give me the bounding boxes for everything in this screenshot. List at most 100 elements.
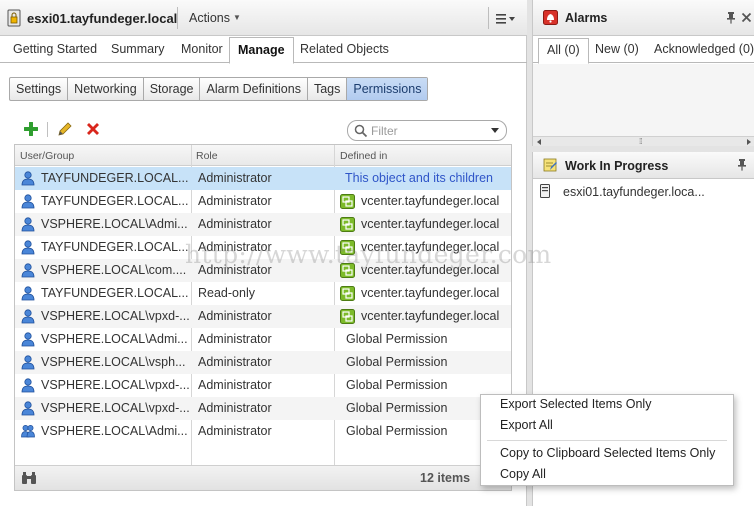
actions-menu-button[interactable]: Actions ▼ [189,11,241,25]
user-group-cell: VSPHERE.LOCAL\vsph... [41,355,186,369]
tab-alarms-acknowledged[interactable]: Acknowledged (0) [654,42,754,56]
user-group-cell: VSPHERE.LOCAL\vpxd-... [41,378,190,392]
role-cell: Administrator [198,194,272,208]
role-cell: Administrator [198,217,272,231]
toolbar-divider [47,122,48,137]
actions-label: Actions [189,11,230,25]
user-group-cell: VSPHERE.LOCAL\vpxd-... [41,309,190,323]
table-row[interactable]: VSPHERE.LOCAL\Admi... Administrator Global… [15,328,511,351]
role-cell: Administrator [198,332,272,346]
title-divider [177,7,178,29]
defined-in-cell: Global Permission [346,401,448,415]
search-icon [354,124,368,138]
tab-manage[interactable]: Manage [229,37,294,64]
pin-icon[interactable] [736,159,748,171]
scroll-grip-icon[interactable]: ⁞⁞ [639,137,643,146]
column-header-user-group[interactable]: User/Group [20,150,74,162]
user-icon [21,194,35,209]
add-permission-icon[interactable] [23,121,39,137]
panel-menu-icon[interactable] [494,12,518,26]
close-icon[interactable] [741,12,752,23]
wip-item[interactable]: esxi01.tayfundeger.loca... [533,180,754,202]
table-row[interactable]: VSPHERE.LOCAL\vpxd-... Administrator Globa… [15,397,511,420]
alarm-bell-icon [543,10,558,25]
defined-in-cell: Global Permission [346,355,448,369]
role-cell: Read-only [198,286,255,300]
context-menu: Export Selected Items Only Export All Co… [480,394,734,486]
defined-in-cell: This object and its children [345,171,493,185]
page-title: esxi01.tayfundeger.local [27,11,178,26]
wip-title-bar: Work In Progress [533,152,754,179]
defined-in-cell: Global Permission [346,424,448,438]
group-icon [21,425,35,438]
permissions-grid: User/Group Role Defined in TAYFUNDEGER.L… [14,144,512,491]
menu-divider [487,440,727,441]
chevron-down-icon: ▼ [233,13,241,22]
menu-item-export-all[interactable]: Export All [500,418,553,432]
role-cell: Administrator [198,378,272,392]
alarms-title: Alarms [565,11,608,25]
filter-input[interactable] [371,123,486,138]
user-icon [21,263,35,278]
scroll-left-icon[interactable] [537,139,541,145]
wip-title: Work In Progress [565,159,669,173]
object-title-bar: esxi01.tayfundeger.local Actions ▼ [0,0,527,36]
user-group-cell: TAYFUNDEGER.LOCAL... [41,286,189,300]
tab-alarms-all[interactable]: All (0) [538,38,589,64]
tab-monitor[interactable]: Monitor [181,42,223,56]
column-header-role[interactable]: Role [196,150,218,162]
menu-item-copy-selected[interactable]: Copy to Clipboard Selected Items Only [500,446,715,460]
object-tabs: Getting Started Summary Monitor Manage R… [0,36,527,64]
user-group-cell: VSPHERE.LOCAL\Admi... [41,217,188,231]
edit-permission-icon[interactable] [57,121,73,137]
column-header-defined-in[interactable]: Defined in [340,150,387,162]
user-group-cell: VSPHERE.LOCAL\vpxd-... [41,401,190,415]
tab-alarms-new[interactable]: New (0) [595,42,639,56]
subtab-storage[interactable]: Storage [144,78,201,100]
watermark-text: http://www.tayfundeger.com [185,240,552,269]
table-row[interactable]: TAYFUNDEGER.LOCAL... Administrator This ob… [15,167,511,190]
title-divider [488,7,489,29]
tab-getting-started[interactable]: Getting Started [13,42,97,56]
table-row[interactable]: VSPHERE.LOCAL\Admi... Administrator vcente… [15,213,511,236]
role-cell: Administrator [198,424,272,438]
subtab-networking[interactable]: Networking [68,78,144,100]
subtab-permissions[interactable]: Permissions [347,78,428,100]
alarms-panel: Alarms All (0) New (0) Acknowledged (0) … [532,0,754,146]
user-icon [21,309,35,324]
alarms-scrollbar[interactable]: ⁞⁞ [533,136,754,146]
filter-box[interactable] [347,120,507,141]
menu-item-copy-all[interactable]: Copy All [500,467,546,481]
defined-in-cell: vcenter.tayfundeger.local [361,286,500,300]
chevron-down-icon[interactable] [491,128,499,133]
tab-summary[interactable]: Summary [111,42,164,56]
menu-item-export-selected[interactable]: Export Selected Items Only [500,397,651,411]
role-cell: Administrator [198,355,272,369]
table-row[interactable]: VSPHERE.LOCAL\vpxd-... Administrator vcent… [15,305,511,328]
defined-in-cell: vcenter.tayfundeger.local [361,309,500,323]
user-icon [21,240,35,255]
manage-sub-tabs: Settings Networking Storage Alarm Defini… [9,77,429,101]
subtab-settings[interactable]: Settings [10,78,69,100]
role-cell: Administrator [198,401,272,415]
delete-permission-icon[interactable] [85,121,101,137]
user-icon [21,286,35,301]
defined-in-cell: vcenter.tayfundeger.local [361,217,500,231]
table-row[interactable]: VSPHERE.LOCAL\Admi... Administrator Global… [15,420,511,443]
scroll-right-icon[interactable] [747,139,751,145]
user-group-cell: TAYFUNDEGER.LOCAL... [41,194,189,208]
user-icon [21,355,35,370]
table-row[interactable]: TAYFUNDEGER.LOCAL... Read-only vcenter.tay… [15,282,511,305]
binoculars-icon[interactable] [21,471,37,485]
defined-in-cell: Global Permission [346,378,448,392]
table-row[interactable]: VSPHERE.LOCAL\vsph... Administrator Global… [15,351,511,374]
pin-icon[interactable] [725,12,737,24]
alarms-title-bar: Alarms [533,0,754,36]
table-row[interactable]: TAYFUNDEGER.LOCAL... Administrator vcenter… [15,190,511,213]
subtab-alarm-definitions[interactable]: Alarm Definitions [200,78,308,100]
alarm-tabs: All (0) New (0) Acknowledged (0) [533,36,754,64]
subtab-tags[interactable]: Tags [308,78,348,100]
items-count: 12 items [420,471,471,485]
tab-related-objects[interactable]: Related Objects [300,42,389,56]
table-row[interactable]: VSPHERE.LOCAL\vpxd-... Administrator Globa… [15,374,511,397]
